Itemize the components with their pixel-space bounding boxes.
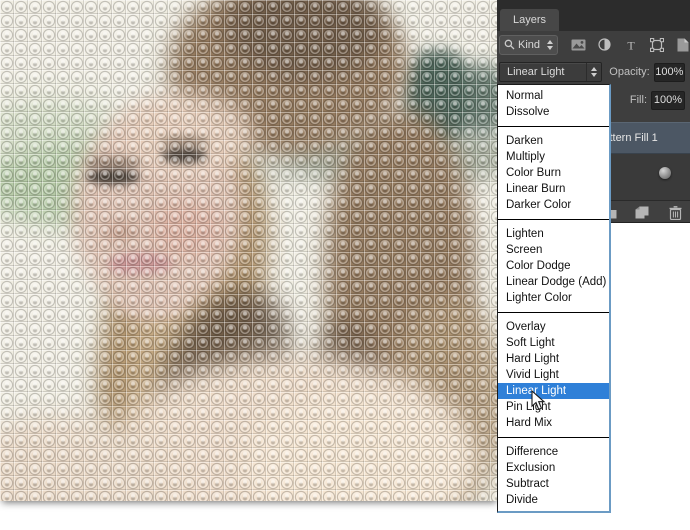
dropdown-item-vivid-light[interactable]: Vivid Light — [498, 367, 609, 383]
adjustment-layers-icon[interactable] — [597, 38, 612, 52]
dropdown-item-lighten[interactable]: Lighten — [498, 226, 609, 242]
lego-pattern-overlay — [0, 0, 498, 501]
kind-select-arrows-icon — [547, 39, 553, 50]
dropdown-item-normal[interactable]: Normal — [498, 88, 609, 104]
svg-text:T: T — [627, 39, 635, 51]
opacity-label: Opacity: — [609, 66, 650, 78]
filter-icons: T — [571, 37, 690, 52]
filter-kind-select[interactable]: Kind — [499, 34, 558, 55]
dropdown-item-darken[interactable]: Darken — [498, 133, 609, 149]
dropdown-item-linear-light[interactable]: Linear Light — [498, 383, 609, 399]
dropdown-item-darker-color[interactable]: Darker Color — [498, 197, 609, 213]
blend-select-arrows-icon — [585, 63, 601, 81]
dropdown-item-difference[interactable]: Difference — [498, 444, 609, 460]
search-icon — [504, 39, 515, 50]
dropdown-item-color-dodge[interactable]: Color Dodge — [498, 258, 609, 274]
panel-tab-bar: Layers — [497, 0, 690, 31]
new-layer-icon[interactable] — [634, 206, 650, 220]
dropdown-item-pin-light[interactable]: Pin Light — [498, 399, 609, 415]
type-layers-icon[interactable]: T — [623, 38, 638, 52]
dropdown-separator — [498, 219, 609, 220]
dropdown-item-exclusion[interactable]: Exclusion — [498, 460, 609, 476]
dropdown-item-linear-dodge-add[interactable]: Linear Dodge (Add) — [498, 274, 609, 290]
fill-value: 100% — [653, 94, 683, 106]
dropdown-item-hard-mix[interactable]: Hard Mix — [498, 415, 609, 431]
blend-mode-value: Linear Light — [507, 66, 565, 78]
document-canvas — [0, 0, 498, 501]
tab-layers[interactable]: Layers — [500, 9, 560, 31]
pixel-layers-icon[interactable] — [571, 38, 586, 52]
dropdown-item-lighter-color[interactable]: Lighter Color — [498, 290, 609, 306]
blend-mode-dropdown: Normal Dissolve Darken Multiply Color Burn Li… — [497, 84, 611, 513]
dropdown-item-overlay[interactable]: Overlay — [498, 319, 609, 335]
opacity-value: 100% — [655, 66, 684, 78]
opacity-value-box[interactable]: 100% — [653, 62, 685, 82]
tab-layers-label: Layers — [513, 14, 547, 26]
dropdown-item-hard-light[interactable]: Hard Light — [498, 351, 609, 367]
filter-kind-label: Kind — [518, 38, 541, 51]
blend-mode-row: Linear Light Opacity: 100% — [497, 58, 690, 86]
layer-thumbnail-sphere-icon — [659, 167, 671, 179]
dropdown-item-screen[interactable]: Screen — [498, 242, 609, 258]
smart-object-layers-icon[interactable] — [675, 38, 690, 52]
dropdown-item-linear-burn[interactable]: Linear Burn — [498, 181, 609, 197]
trash-icon[interactable] — [667, 205, 683, 220]
dropdown-item-divide[interactable]: Divide — [498, 492, 609, 508]
dropdown-item-dissolve[interactable]: Dissolve — [498, 104, 609, 120]
dropdown-item-multiply[interactable]: Multiply — [498, 149, 609, 165]
dropdown-separator — [498, 437, 609, 438]
blend-mode-select[interactable]: Linear Light — [499, 62, 602, 82]
dropdown-item-color-burn[interactable]: Color Burn — [498, 165, 609, 181]
dropdown-separator — [498, 126, 609, 127]
shape-layers-icon[interactable] — [649, 37, 664, 52]
dropdown-separator — [498, 312, 609, 313]
dropdown-item-soft-light[interactable]: Soft Light — [498, 335, 609, 351]
layer-filter-row: Kind T — [497, 31, 690, 58]
dropdown-item-subtract[interactable]: Subtract — [498, 476, 609, 492]
fill-value-box[interactable]: 100% — [651, 90, 685, 110]
